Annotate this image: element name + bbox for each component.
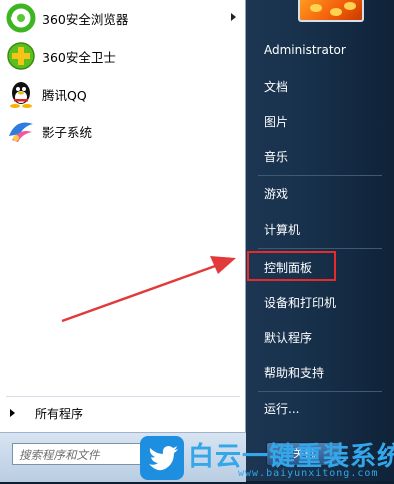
program-label: 360安全浏览器 xyxy=(42,11,129,27)
program-item-shadow-system[interactable]: 影子系统 xyxy=(4,115,242,147)
divider xyxy=(258,175,382,176)
right-item-devices-printers[interactable]: 设备和打印机 xyxy=(264,294,336,311)
program-label: 腾讯QQ xyxy=(42,87,87,103)
search-placeholder: 搜索程序和文件 xyxy=(19,448,100,462)
flower-petal xyxy=(330,8,342,16)
right-item-pictures[interactable]: 图片 xyxy=(264,113,288,130)
all-programs-button[interactable]: 所有程序 xyxy=(8,402,238,424)
guard-360-icon xyxy=(6,41,36,71)
browser-360-icon xyxy=(6,3,36,33)
flower-petal xyxy=(310,4,322,12)
right-item-run[interactable]: 运行... xyxy=(264,400,299,417)
all-programs-label: 所有程序 xyxy=(35,406,84,421)
right-item-games[interactable]: 游戏 xyxy=(264,185,288,202)
start-menu-left-pane: 360安全浏览器 360安全卫士 腾讯QQ 影子系统 所有程序 搜索程序和文件 xyxy=(0,0,246,482)
watermark: 白云一键重装系统 www.baiyunxitong.com xyxy=(140,436,394,481)
twitter-bird-logo-icon xyxy=(140,436,184,480)
expand-arrow-icon xyxy=(10,409,15,417)
program-label: 360安全卫士 xyxy=(42,49,116,65)
divider xyxy=(6,396,240,397)
user-avatar[interactable] xyxy=(298,0,364,22)
submenu-arrow-icon[interactable] xyxy=(231,13,236,21)
program-item-360-guard[interactable]: 360安全卫士 xyxy=(4,40,242,72)
shadow-system-icon xyxy=(6,116,36,146)
qq-penguin-icon xyxy=(6,79,36,109)
watermark-site: www.baiyunxitong.com xyxy=(238,468,379,479)
right-item-computer[interactable]: 计算机 xyxy=(264,221,300,238)
right-item-default-programs[interactable]: 默认程序 xyxy=(264,329,312,346)
program-item-qq[interactable]: 腾讯QQ xyxy=(4,78,242,110)
divider xyxy=(258,248,382,249)
program-item-360-browser[interactable]: 360安全浏览器 xyxy=(4,2,242,34)
flower-petal xyxy=(344,2,356,10)
start-menu-right-pane: Administrator 文档 图片 音乐 游戏 计算机 控制面板 设备和打印… xyxy=(246,0,394,481)
right-item-help-support[interactable]: 帮助和支持 xyxy=(264,364,324,381)
program-label: 影子系统 xyxy=(42,124,93,140)
right-item-music[interactable]: 音乐 xyxy=(264,148,288,165)
divider xyxy=(258,391,382,392)
right-item-administrator[interactable]: Administrator xyxy=(264,43,346,57)
search-input[interactable]: 搜索程序和文件 xyxy=(12,443,142,465)
control-panel-highlight-box xyxy=(247,251,336,281)
right-item-documents[interactable]: 文档 xyxy=(264,78,288,95)
